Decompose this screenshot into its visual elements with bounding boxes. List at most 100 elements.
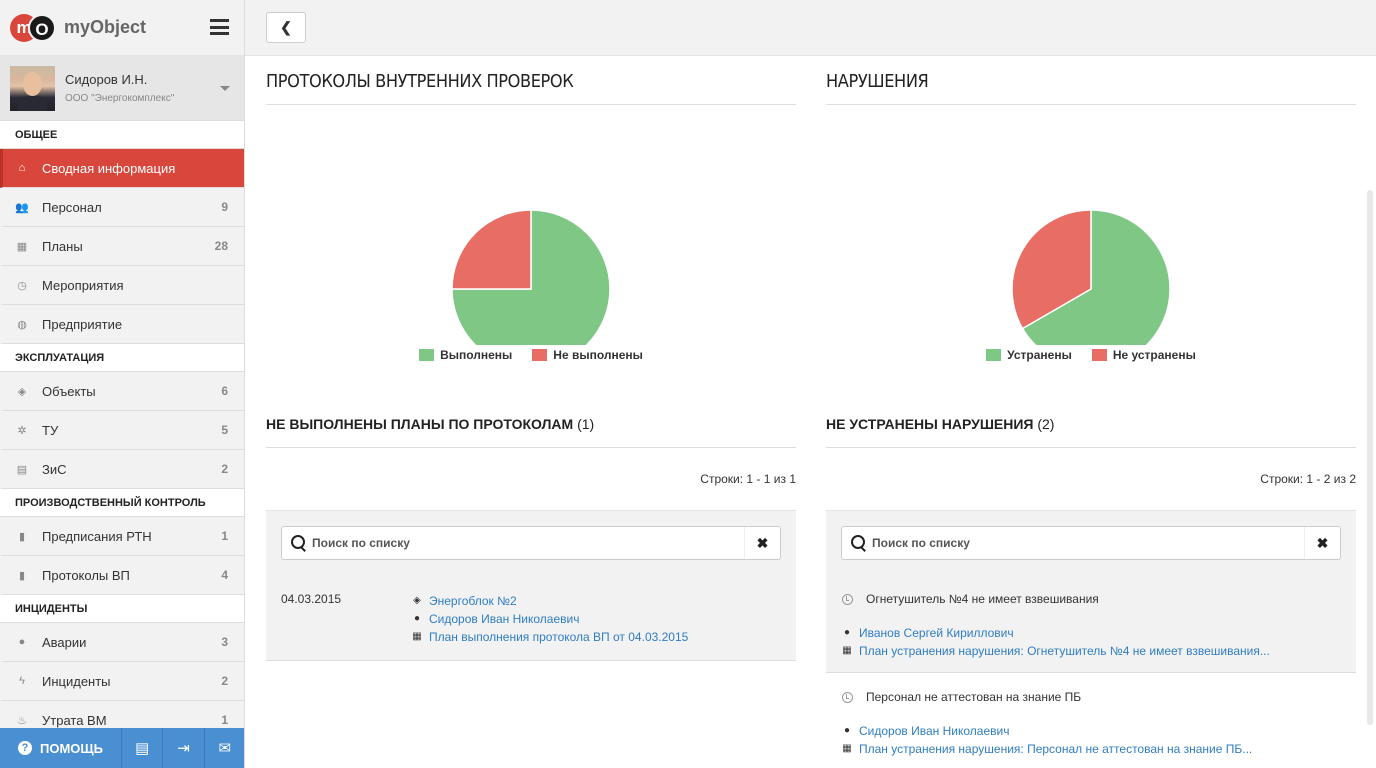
- brand-header: m O myObject: [0, 0, 244, 56]
- sidebar-item[interactable]: ▤ ЗиС 2: [0, 450, 244, 489]
- list-count: (2): [1037, 416, 1055, 432]
- violations-chart: Устранены Не устранены: [826, 105, 1356, 375]
- rows-info: Строки: 1 - 1 из 1: [700, 472, 796, 486]
- logo-o: O: [28, 13, 56, 42]
- plan-link[interactable]: ▦ План устранения нарушения: Огнетушитель…: [841, 642, 1341, 660]
- user-name: Сидоров И.Н.: [65, 72, 148, 87]
- list-title-text: НЕ УСТРАНЕНЫ НАРУШЕНИЯ: [826, 416, 1034, 432]
- violations-pie-chart: [1011, 209, 1171, 345]
- legend-item[interactable]: Устранены: [986, 348, 1072, 362]
- sidebar-item-label: Утрата ВМ: [42, 712, 107, 728]
- protocols-chart: Выполнены Не выполнены: [266, 105, 796, 375]
- panel-title: НАРУШЕНИЯ: [826, 56, 1356, 105]
- legend-label: Не устранены: [1112, 348, 1196, 362]
- legend-item[interactable]: Выполнены: [419, 348, 512, 362]
- book-icon: ▤: [135, 740, 150, 757]
- panel-title: ПРОТОКОЛЫ ВНУТРЕННИХ ПРОВЕРОК: [266, 56, 796, 105]
- sidebar-item[interactable]: ϟ Инциденты 2: [0, 662, 244, 701]
- login-button[interactable]: ⇥: [163, 728, 205, 768]
- person-link-text: Иванов Сергей Кириллович: [859, 626, 1014, 640]
- legend-swatch: [1091, 349, 1107, 361]
- rows-info: Строки: 1 - 2 из 2: [1260, 472, 1356, 486]
- sidebar-item-label: ТУ: [42, 422, 59, 438]
- legend-item[interactable]: Не устранены: [1091, 348, 1196, 362]
- fire-icon: ♨: [17, 714, 27, 727]
- chevron-down-icon[interactable]: [220, 86, 230, 91]
- plan-link-text: План устранения нарушения: Персонал не а…: [859, 742, 1253, 756]
- search-icon: [842, 527, 872, 559]
- sidebar-item-count: 28: [214, 239, 228, 253]
- violation-title: Огнетушитель №4 не имеет взвешивания: [866, 592, 1099, 606]
- sidebar-section-header: ПРОИЗВОДСТВЕННЫЙ КОНТРОЛЬ: [0, 489, 244, 517]
- mail-button[interactable]: ✉: [205, 728, 244, 768]
- sidebar-item[interactable]: ● Аварии 3: [0, 623, 244, 662]
- object-link[interactable]: ◈ Энергоблок №2: [411, 592, 688, 610]
- violation-title: Персонал не аттестован на знание ПБ: [866, 690, 1082, 704]
- search-input[interactable]: [312, 528, 744, 558]
- sidebar-section-header: ОБЩЕЕ: [0, 121, 244, 149]
- calendar-icon: ▦: [16, 240, 28, 253]
- sidebar-item[interactable]: ▮ Протоколы ВП 4: [0, 556, 244, 595]
- gear-icon: ✲: [17, 424, 27, 437]
- chevron-left-icon: ❮: [280, 19, 292, 35]
- sidebar-item-label: Аварии: [42, 634, 87, 650]
- person-link[interactable]: ● Сидоров Иван Николаевич: [841, 722, 1341, 740]
- protocols-panel: ПРОТОКОЛЫ ВНУТРЕННИХ ПРОВЕРОК Выполнены Н…: [266, 56, 796, 661]
- sidebar-item-label: Персонал: [42, 199, 102, 215]
- search-bar: ✖: [826, 510, 1356, 575]
- back-button[interactable]: ❮: [266, 12, 306, 43]
- sidebar-item[interactable]: ▦ Планы 28: [0, 227, 244, 266]
- bolt-icon: ϟ: [19, 675, 25, 687]
- person-link[interactable]: ● Иванов Сергей Кириллович: [841, 624, 1341, 642]
- clear-search-button[interactable]: ✖: [1304, 527, 1340, 559]
- file-icon: ▮: [18, 569, 26, 582]
- list-item: Огнетушитель №4 не имеет взвешивания ● Ив…: [826, 575, 1356, 673]
- book-button[interactable]: ▤: [122, 728, 164, 768]
- sidebar-item-count: 5: [221, 423, 228, 437]
- close-icon: ✖: [756, 534, 769, 551]
- sidebar-section-header: ЭКСПЛУАТАЦИЯ: [0, 344, 244, 372]
- bomb-icon: ●: [18, 636, 26, 648]
- search-icon: [282, 527, 312, 559]
- globe-icon: ◍: [17, 318, 27, 331]
- help-button[interactable]: ? ПОМОЩЬ: [0, 728, 122, 768]
- clock-icon: ◷: [17, 279, 27, 292]
- sidebar-item-label: ЗиС: [42, 461, 67, 477]
- question-icon: ?: [18, 741, 32, 755]
- search-bar: ✖: [266, 510, 796, 575]
- person-link[interactable]: ● Сидоров Иван Николаевич: [411, 610, 688, 628]
- sidebar-item[interactable]: ✲ ТУ 5: [0, 411, 244, 450]
- sidebar-nav: ОБЩЕЕ ⌂ Сводная информация 👥 Персонал 9 ▦ Планы…: [0, 121, 244, 740]
- app-logo[interactable]: m O: [10, 13, 56, 43]
- pie-slice-1[interactable]: [451, 209, 532, 290]
- menu-toggle-icon[interactable]: [210, 19, 229, 35]
- plan-link[interactable]: ▦ План выполнения протокола ВП от 04.03.2…: [411, 628, 688, 646]
- table-row: 04.03.2015 ◈ Энергоблок №2 ● Сидоров Иван …: [266, 575, 796, 661]
- sidebar-item[interactable]: 👥 Персонал 9: [0, 188, 244, 227]
- sidebar-item[interactable]: ⌂ Сводная информация: [0, 149, 244, 188]
- chart-legend: Выполнены Не выполнены: [266, 348, 796, 362]
- sidebar-item[interactable]: ◍ Предприятие: [0, 305, 244, 344]
- home-icon: ⌂: [18, 162, 26, 174]
- user-icon: ●: [843, 627, 851, 638]
- sidebar-item-count: 2: [221, 674, 228, 688]
- search-input[interactable]: [872, 528, 1304, 558]
- building-icon: ▤: [16, 463, 28, 476]
- chart-legend: Устранены Не устранены: [826, 348, 1356, 362]
- user-icon: ●: [413, 613, 421, 624]
- sidebar-item[interactable]: ◈ Объекты 6: [0, 372, 244, 411]
- bottom-toolbar: ? ПОМОЩЬ ▤ ⇥ ✉: [0, 728, 244, 768]
- app-name: myObject: [64, 17, 147, 37]
- sidebar-item[interactable]: ▮ Предписания РТН 1: [0, 517, 244, 556]
- sidebar-item[interactable]: ◷ Мероприятия: [0, 266, 244, 305]
- protocols-pie-chart: [451, 209, 611, 345]
- search-box: ✖: [841, 526, 1341, 560]
- calendar-icon: ▦: [842, 645, 852, 656]
- list-count: (1): [577, 416, 595, 432]
- sidebar-item-label: Объекты: [42, 383, 96, 399]
- user-profile[interactable]: Сидоров И.Н. ООО "Энергокомплекс": [0, 56, 244, 121]
- clear-search-button[interactable]: ✖: [744, 527, 780, 559]
- plan-link[interactable]: ▦ План устранения нарушения: Персонал не …: [841, 740, 1341, 758]
- legend-item[interactable]: Не выполнены: [532, 348, 643, 362]
- scrollbar[interactable]: [1367, 190, 1373, 725]
